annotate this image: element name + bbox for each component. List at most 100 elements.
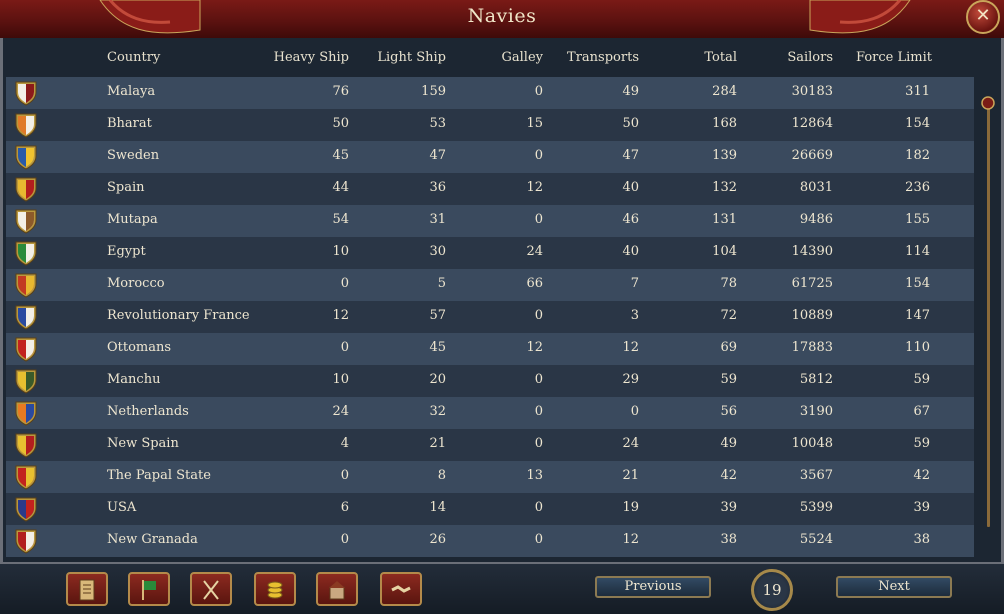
- country-shield-icon[interactable]: [14, 496, 38, 522]
- country-name[interactable]: New Granada: [107, 532, 198, 547]
- cell-total: 56: [720, 404, 737, 419]
- table-row[interactable]: Egypt 10 30 24 40 104 14390 114: [6, 237, 974, 269]
- country-shield-icon[interactable]: [14, 368, 38, 394]
- table-row[interactable]: Revolutionary France 12 57 0 3 72 10889 147: [6, 301, 974, 333]
- navy-table: Malaya 76 159 0 49 284 30183 311 Bharat 50 53 15 50 1…: [6, 77, 974, 557]
- country-shield-icon[interactable]: [14, 144, 38, 170]
- country-shield-icon[interactable]: [14, 336, 38, 362]
- cell-transports: 24: [622, 436, 639, 451]
- country-name[interactable]: New Spain: [107, 436, 179, 451]
- cell-light: 21: [429, 436, 446, 451]
- cell-force-limit: 311: [905, 84, 930, 99]
- col-transports[interactable]: Transports: [540, 50, 639, 68]
- table-row[interactable]: Manchu 10 20 0 29 59 5812 59: [6, 365, 974, 397]
- cell-light: 26: [429, 532, 446, 547]
- military-button[interactable]: [190, 572, 232, 606]
- col-light-ship[interactable]: Light Ship: [346, 50, 446, 68]
- cell-heavy: 6: [340, 500, 349, 515]
- economy-button[interactable]: [254, 572, 296, 606]
- country-shield-icon[interactable]: [14, 80, 38, 106]
- country-name[interactable]: Mutapa: [107, 212, 158, 227]
- country-name[interactable]: Revolutionary France: [107, 308, 250, 323]
- country-shield-icon[interactable]: [14, 272, 38, 298]
- cell-galley: 0: [534, 84, 543, 99]
- cell-sailors: 17883: [791, 340, 833, 355]
- diplomacy-button[interactable]: [380, 572, 422, 606]
- country-name[interactable]: Manchu: [107, 372, 160, 387]
- table-row[interactable]: Morocco 0 5 66 7 78 61725 154: [6, 269, 974, 301]
- scroll-track[interactable]: [987, 107, 990, 527]
- scrollbar[interactable]: [978, 77, 998, 562]
- cell-transports: 12: [622, 340, 639, 355]
- country-name[interactable]: The Papal State: [107, 468, 211, 483]
- next-button[interactable]: Next: [836, 576, 952, 598]
- table-row[interactable]: Malaya 76 159 0 49 284 30183 311: [6, 77, 974, 109]
- country-name[interactable]: Malaya: [107, 84, 155, 99]
- table-row[interactable]: Mutapa 54 31 0 46 131 9486 155: [6, 205, 974, 237]
- col-force-limit[interactable]: Force Limit: [840, 50, 932, 68]
- country-name[interactable]: Netherlands: [107, 404, 189, 419]
- country-name[interactable]: Spain: [107, 180, 145, 195]
- cell-light: 20: [429, 372, 446, 387]
- cell-total: 49: [720, 436, 737, 451]
- country-shield-icon[interactable]: [14, 240, 38, 266]
- country-shield-icon[interactable]: [14, 176, 38, 202]
- table-row[interactable]: Sweden 45 47 0 47 139 26669 182: [6, 141, 974, 173]
- country-shield-icon[interactable]: [14, 400, 38, 426]
- country-shield-icon[interactable]: [14, 208, 38, 234]
- cell-galley: 0: [534, 212, 543, 227]
- cell-total: 132: [712, 180, 737, 195]
- table-row[interactable]: Ottomans 0 45 12 12 69 17883 110: [6, 333, 974, 365]
- cell-heavy: 76: [332, 84, 349, 99]
- table-row[interactable]: Netherlands 24 32 0 0 56 3190 67: [6, 397, 974, 429]
- col-country[interactable]: Country: [107, 50, 227, 68]
- table-row[interactable]: USA 6 14 0 19 39 5399 39: [6, 493, 974, 525]
- cell-total: 39: [720, 500, 737, 515]
- cell-total: 38: [720, 532, 737, 547]
- scroll-thumb[interactable]: [980, 95, 996, 111]
- ledger-button[interactable]: [66, 572, 108, 606]
- cell-light: 47: [429, 148, 446, 163]
- cell-light: 36: [429, 180, 446, 195]
- cell-sailors: 12864: [791, 116, 833, 131]
- cell-light: 57: [429, 308, 446, 323]
- flag-button[interactable]: [128, 572, 170, 606]
- col-sailors[interactable]: Sailors: [740, 50, 833, 68]
- country-name[interactable]: Egypt: [107, 244, 146, 259]
- buildings-button[interactable]: [316, 572, 358, 606]
- cell-galley: 0: [534, 404, 543, 419]
- country-shield-icon[interactable]: [14, 112, 38, 138]
- country-shield-icon[interactable]: [14, 304, 38, 330]
- col-heavy-ship[interactable]: Heavy Ship: [230, 50, 349, 68]
- crossed-swords-icon: [203, 580, 219, 600]
- country-name[interactable]: USA: [107, 500, 136, 515]
- close-icon[interactable]: ✕: [966, 0, 1000, 34]
- table-row[interactable]: New Spain 4 21 0 24 49 10048 59: [6, 429, 974, 461]
- cell-sailors: 61725: [791, 276, 833, 291]
- cell-force-limit: 59: [913, 372, 930, 387]
- table-row[interactable]: Spain 44 36 12 40 132 8031 236: [6, 173, 974, 205]
- table-row[interactable]: New Granada 0 26 0 12 38 5524 38: [6, 525, 974, 557]
- country-name[interactable]: Sweden: [107, 148, 159, 163]
- previous-button[interactable]: Previous: [595, 576, 711, 598]
- cell-force-limit: 38: [913, 532, 930, 547]
- col-total[interactable]: Total: [650, 50, 737, 68]
- cell-transports: 46: [622, 212, 639, 227]
- cell-heavy: 12: [332, 308, 349, 323]
- cell-total: 139: [712, 148, 737, 163]
- col-galley[interactable]: Galley: [454, 50, 544, 68]
- cell-transports: 21: [622, 468, 639, 483]
- table-row[interactable]: The Papal State 0 8 13 21 42 3567 42: [6, 461, 974, 493]
- country-shield-icon[interactable]: [14, 528, 38, 554]
- cell-galley: 0: [534, 500, 543, 515]
- country-name[interactable]: Ottomans: [107, 340, 171, 355]
- country-name[interactable]: Bharat: [107, 116, 152, 131]
- cell-total: 284: [712, 84, 737, 99]
- cell-galley: 0: [534, 148, 543, 163]
- cell-transports: 7: [630, 276, 639, 291]
- country-name[interactable]: Morocco: [107, 276, 165, 291]
- country-shield-icon[interactable]: [14, 464, 38, 490]
- country-shield-icon[interactable]: [14, 432, 38, 458]
- cell-heavy: 50: [332, 116, 349, 131]
- table-row[interactable]: Bharat 50 53 15 50 168 12864 154: [6, 109, 974, 141]
